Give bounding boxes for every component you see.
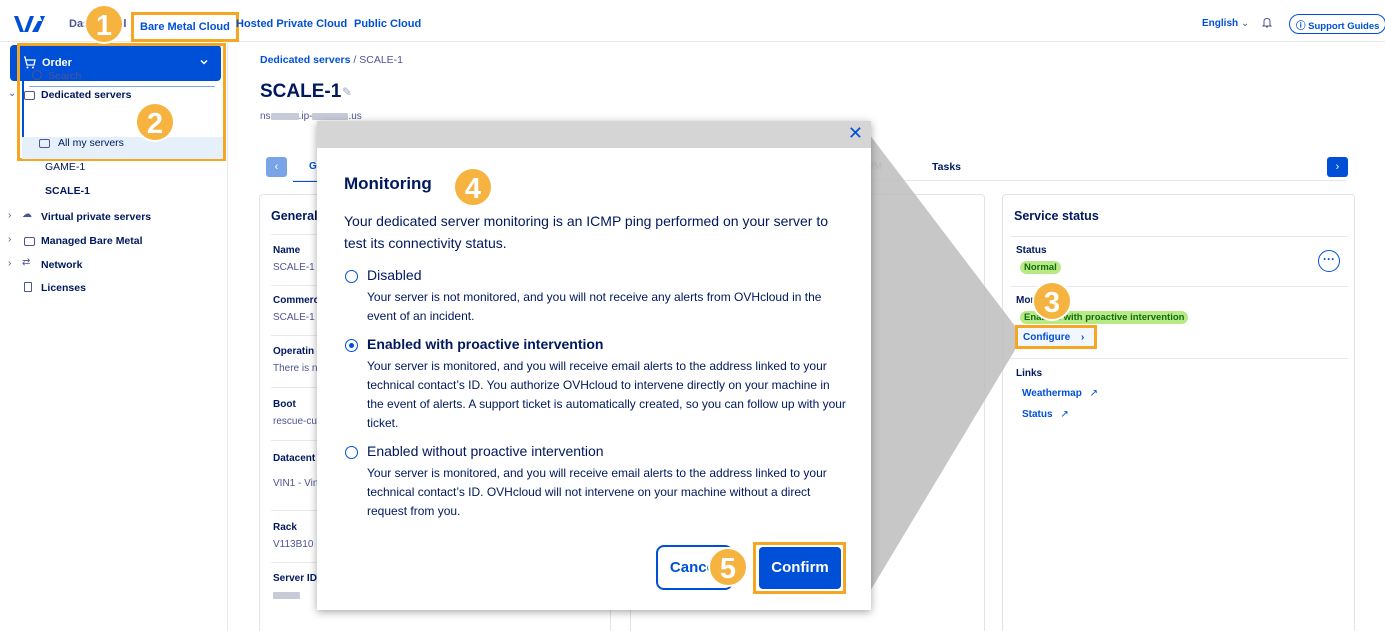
step-badge-1: 1 [84,4,124,44]
option-no-proactive-desc: Your server is monitored, and you will r… [367,466,827,518]
option-proactive-desc: Your server is monitored, and you will r… [367,359,846,430]
modal-title: Monitoring [344,174,432,193]
step-badge-5: 5 [708,547,748,587]
confirm-button[interactable]: Confirm [759,547,841,589]
option-proactive-label[interactable]: Enabled with proactive intervention [367,336,603,352]
step-badge-4: 4 [453,167,493,207]
modal-header: ✕ [317,121,871,148]
radio-enabled-proactive[interactable] [345,339,358,352]
step-badge-3: 3 [1032,281,1072,321]
radio-disabled[interactable] [345,270,358,283]
radio-enabled-no-proactive[interactable] [345,446,358,459]
modal-description: Your dedicated server monitoring is an I… [344,213,829,251]
option-disabled-desc: Your server is not monitored, and you wi… [367,290,822,323]
step-badge-2: 2 [135,102,175,142]
option-disabled-label[interactable]: Disabled [367,267,421,283]
close-icon[interactable]: ✕ [848,123,863,144]
option-no-proactive-label[interactable]: Enabled without proactive intervention [367,443,604,459]
monitoring-modal: ✕ Monitoring Your dedicated server monit… [317,121,871,610]
